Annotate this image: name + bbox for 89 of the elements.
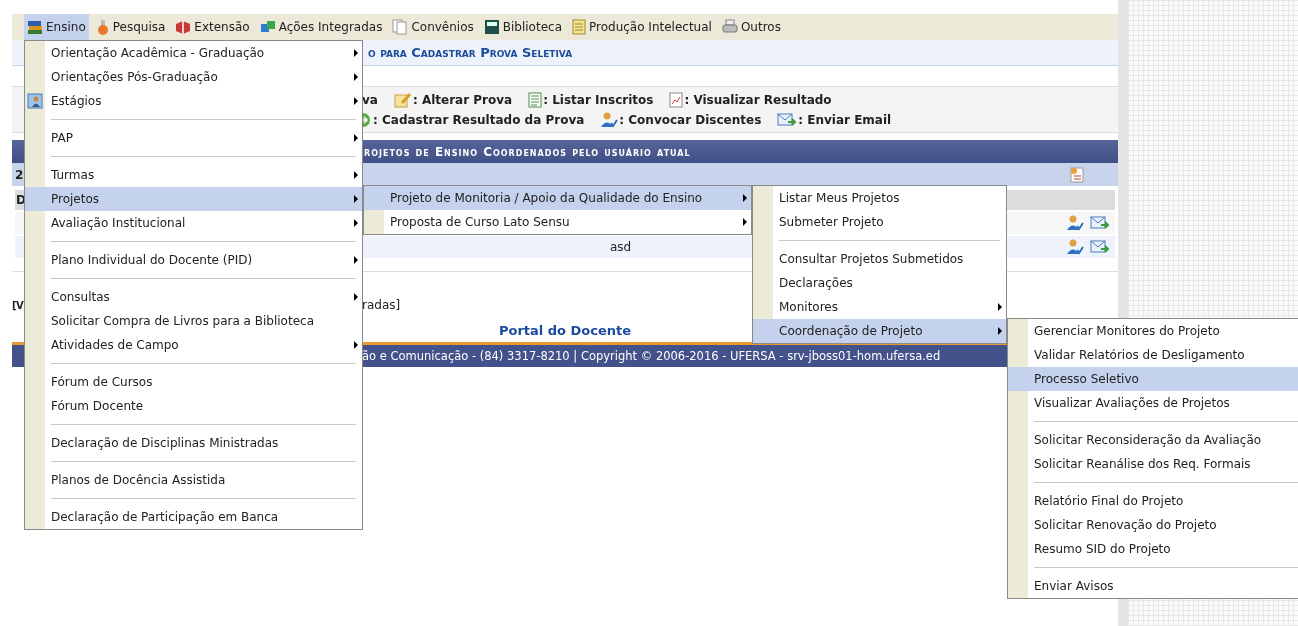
menu-bar-item[interactable]: Ensino (24, 14, 89, 40)
menu-item[interactable]: Solicitar Reanálise dos Req. Formais (1008, 452, 1298, 476)
menu-item[interactable]: Plano Individual do Docente (PID) (25, 248, 362, 272)
section-title: rojetos de Ensino Coordenados pelo usuário atual (364, 144, 691, 159)
mail-icon (1090, 215, 1110, 231)
result-count: 2 (15, 167, 24, 182)
note-text: [V (12, 299, 24, 311)
submenu-arrow-icon (354, 219, 358, 227)
menu-item[interactable]: Estágios (25, 89, 362, 113)
submenu-arrow-icon (354, 134, 358, 142)
menu-item[interactable]: Consultas (25, 285, 362, 309)
person-icon (600, 111, 619, 128)
submenu-arrow-icon (354, 73, 358, 81)
menu-item[interactable]: Resumo SID do Projeto (1008, 537, 1298, 561)
menu-item[interactable]: Gerenciar Monitores do Projeto (1008, 319, 1298, 343)
legend-label: va (362, 92, 378, 107)
flask-icon (95, 19, 110, 35)
page-title: o para Cadastrar Prova Seletiva (368, 45, 573, 60)
menu-item[interactable]: Solicitar Reconsideração da Avaliação (1008, 428, 1298, 452)
menu-item[interactable]: Orientação Acadêmica - Graduação (25, 41, 362, 65)
mail-icon (1090, 239, 1110, 255)
submenu-arrow-icon (354, 256, 358, 264)
table-cell: asd (610, 240, 632, 254)
menu-item[interactable]: PAP (25, 126, 362, 150)
menu-item[interactable]: Listar Meus Projetos (753, 186, 1006, 210)
submenu-arrow-icon (354, 341, 358, 349)
menu-item[interactable]: Projeto de Monitoria / Apoio da Qualidade do Ensino (364, 186, 751, 210)
menu-item[interactable]: Monitores (753, 295, 1006, 319)
menu-item[interactable]: Visualizar Avaliações de Projetos (1008, 391, 1298, 415)
submenu-arrow-icon (354, 97, 358, 105)
submenu-arrow-icon (743, 218, 747, 226)
menu-item[interactable]: Projetos (25, 187, 362, 211)
menu-bar-item[interactable]: Produção Intelectual (569, 14, 715, 40)
legend-label: : Alterar Prova (412, 92, 513, 107)
document-icon (1070, 166, 1084, 183)
note-text: radas] (362, 298, 401, 312)
edit-icon (393, 91, 412, 108)
submenu-arrow-icon (998, 303, 1002, 311)
submenu-arrow-icon (354, 171, 358, 179)
documents-icon (392, 19, 409, 35)
menu-item[interactable]: Planos de Docência Assistida (25, 468, 362, 492)
menu-item[interactable]: Atividades de Campo (25, 333, 362, 357)
printer-icon (721, 19, 738, 35)
notepad-icon (572, 19, 586, 35)
menu-item[interactable]: Fórum Docente (25, 394, 362, 418)
menu-bar-item[interactable]: Pesquisa (92, 14, 169, 40)
legend-label: : Visualizar Resultado (684, 92, 832, 107)
chart-icon (669, 91, 684, 108)
portal-link[interactable]: Portal do Docente (498, 322, 632, 338)
mail-icon (777, 111, 798, 128)
menu-bar-item[interactable]: Biblioteca (480, 14, 565, 40)
legend-label: : Cadastrar Resultado da Prova (373, 112, 585, 127)
submenu-arrow-icon (354, 195, 358, 203)
menu-item[interactable]: Proposta de Curso Lato Sensu (364, 210, 751, 234)
menu-item[interactable]: Avaliação Institucional (25, 211, 362, 235)
menu-item[interactable]: Validar Relatórios de Desligamento (1008, 343, 1298, 367)
menu-item[interactable]: Consultar Projetos Submetidos (753, 247, 1006, 271)
legend-label: : Convocar Discentes (619, 112, 762, 127)
menu-item[interactable]: Relatório Final do Projeto (1008, 489, 1298, 513)
books-icon (27, 19, 43, 35)
footer-text: ão e Comunicação - (84) 3317-8210 | Copyright © 2006-2016 - UFERSA - srv-jboss01-hom.ufersa.ed (362, 349, 941, 363)
menu-bar-item[interactable]: Outros (718, 14, 784, 40)
menu-item[interactable]: Submeter Projeto (753, 210, 1006, 234)
menu-item[interactable]: Coordenação de Projeto (753, 319, 1006, 343)
person-icon (1066, 215, 1084, 231)
submenu-arrow-icon (743, 194, 747, 202)
menu-bar-item[interactable]: Extensão (172, 14, 253, 40)
menu-item[interactable]: Declaração de Disciplinas Ministradas (25, 431, 362, 455)
list-icon (528, 91, 543, 108)
menu-item[interactable]: Processo Seletivo (1008, 367, 1298, 391)
menu-item[interactable]: Solicitar Renovação do Projeto (1008, 513, 1298, 537)
legend-label: : Listar Inscritos (543, 92, 654, 107)
submenu-arrow-icon (998, 327, 1002, 335)
menu-item[interactable]: Declaração de Participação em Banca (25, 505, 362, 529)
person-icon (1066, 239, 1084, 255)
id-card-icon (27, 93, 43, 109)
menu-item[interactable]: Turmas (25, 163, 362, 187)
menu-bar-item[interactable]: Ações Integradas (256, 14, 386, 40)
submenu-arrow-icon (354, 49, 358, 57)
menu-item[interactable]: Declarações (753, 271, 1006, 295)
menu-bar-item[interactable]: Convênios (389, 14, 477, 40)
menu-item[interactable]: Fórum de Cursos (25, 370, 362, 394)
submenu-arrow-icon (354, 293, 358, 301)
book-icon (483, 19, 500, 35)
box-icon (175, 20, 192, 34)
menu-item[interactable]: Solicitar Compra de Livros para a Biblioteca (25, 309, 362, 333)
menu-item[interactable]: Orientações Pós-Graduação (25, 65, 362, 89)
legend-label: : Enviar Email (798, 112, 892, 127)
menu-item[interactable]: Enviar Avisos (1008, 574, 1298, 598)
